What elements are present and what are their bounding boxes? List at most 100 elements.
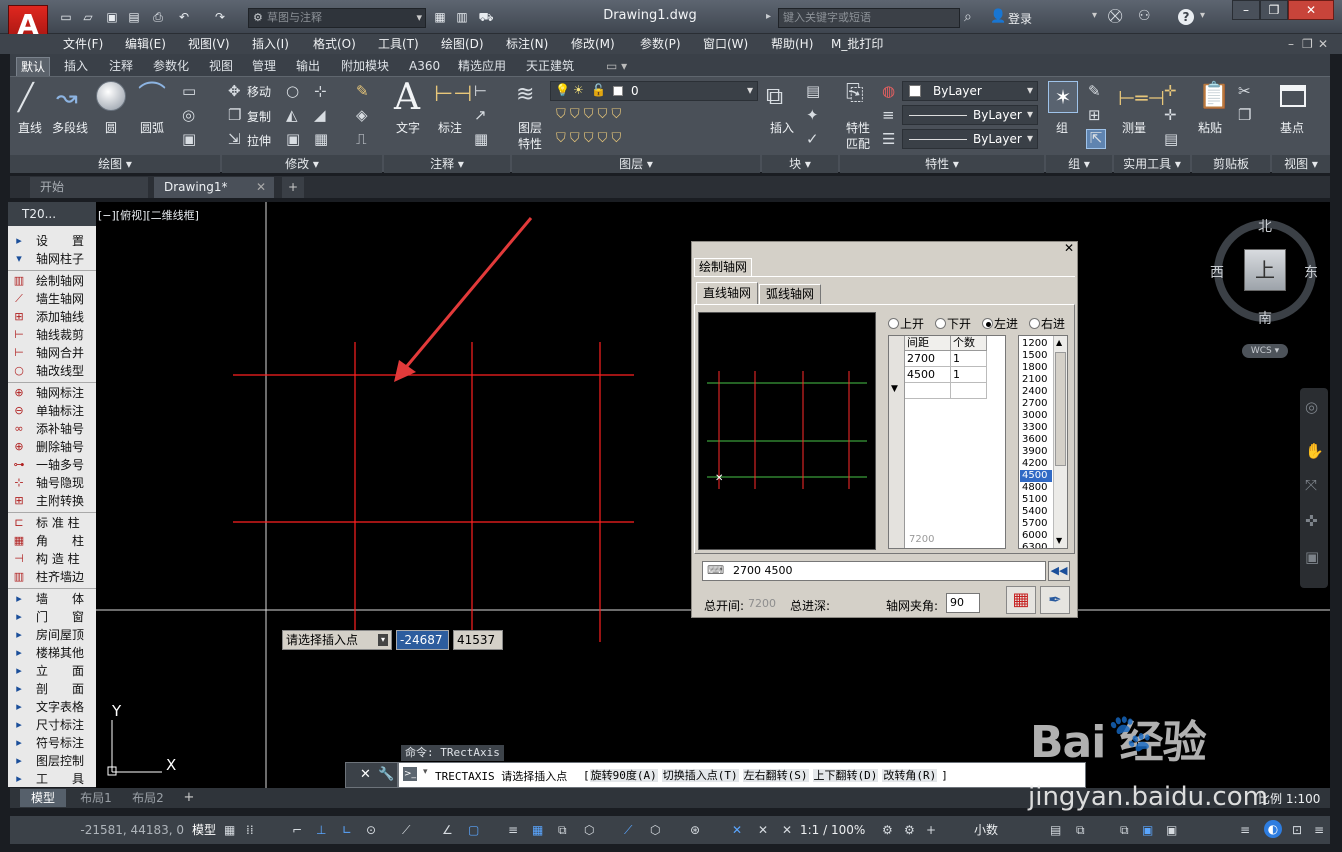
group-select-icon[interactable]: ⇱ bbox=[1086, 129, 1106, 149]
command-prompt-icon[interactable]: >_ bbox=[403, 767, 417, 781]
menu-window[interactable]: 窗口(W) bbox=[703, 35, 748, 53]
stretch-label[interactable]: 拉伸 bbox=[247, 132, 271, 149]
side-panel-item[interactable]: ▸ 设 置 bbox=[10, 232, 96, 250]
spacing-list[interactable]: 1200 1500 1800 2100 2400 2700 3000 3300 3600 3900… bbox=[1018, 335, 1068, 549]
exchange-icon[interactable]: ⚇ bbox=[1138, 8, 1151, 24]
otrack-icon[interactable]: ∠ bbox=[442, 821, 453, 839]
paste-icon[interactable]: 📋 bbox=[1198, 81, 1230, 111]
match-label2[interactable]: 匹配 bbox=[846, 135, 870, 152]
side-panel-item[interactable]: ▸ 墙 体 bbox=[10, 590, 96, 608]
close-button[interactable]: ✕ bbox=[1288, 0, 1334, 20]
pick-from-drawing-button[interactable]: ◀◀ bbox=[1048, 561, 1070, 581]
orbit-icon[interactable]: ✜ bbox=[1305, 512, 1318, 530]
compass-south[interactable]: 南 bbox=[1258, 308, 1272, 328]
grid-toggle-icon[interactable]: ▦ bbox=[224, 821, 235, 839]
base-label[interactable]: 基点 bbox=[1280, 119, 1304, 136]
leader-icon[interactable]: ↗ bbox=[474, 107, 487, 123]
workspace-switch-icon[interactable]: ⚙ bbox=[882, 821, 893, 839]
table-cell[interactable]: 4500 bbox=[905, 367, 951, 383]
move-label[interactable]: 移动 bbox=[247, 83, 271, 100]
spacing-list-item[interactable]: 3600 bbox=[1020, 434, 1052, 446]
draw-grid-button[interactable]: ▦ bbox=[1006, 586, 1036, 614]
menu-help[interactable]: 帮助(H) bbox=[771, 35, 813, 53]
side-panel-item[interactable]: ∞ 添补轴号 bbox=[10, 420, 96, 438]
side-panel-item[interactable]: ⊹ 轴号隐现 bbox=[10, 474, 96, 492]
menu-dimension[interactable]: 标注(N) bbox=[506, 35, 548, 53]
workspace-combo[interactable]: ⚙ 草图与注释 ▾ bbox=[248, 8, 426, 28]
close-icon[interactable]: ✕ bbox=[360, 767, 371, 782]
close-icon[interactable]: ✕ bbox=[1064, 241, 1074, 255]
compass-north[interactable]: 北 bbox=[1258, 216, 1272, 236]
new-file-icon[interactable]: ▭ bbox=[58, 10, 74, 25]
group-label[interactable]: 组 bbox=[1056, 119, 1068, 136]
spacing-list-item[interactable]: 4800 bbox=[1020, 482, 1052, 494]
coordinates-readout[interactable]: -21581, 44183, 0 bbox=[46, 821, 184, 839]
text-label[interactable]: 文字 bbox=[396, 119, 420, 136]
clipboard-panel-label[interactable]: 剪贴板 bbox=[1192, 155, 1270, 173]
layer-tools2-icons[interactable]: ⛉ ⛉ ⛉ ⛉ ⛉ bbox=[556, 131, 621, 147]
layer-icon[interactable]: ▦ bbox=[432, 10, 448, 25]
side-panel-item[interactable]: ⊣ 构 造 柱 bbox=[10, 550, 96, 568]
selection-cycling-icon[interactable]: ⧉ bbox=[558, 821, 567, 839]
tab-arc-grid[interactable]: 弧线轴网 bbox=[759, 284, 821, 304]
snap-toggle-icon[interactable]: ⁞⁞ bbox=[246, 821, 254, 839]
block-panel-label[interactable]: 块 ▾ bbox=[762, 155, 838, 173]
side-panel-item[interactable]: ▸ 门 窗 bbox=[10, 608, 96, 626]
command-option[interactable]: 左右翻转(S) bbox=[742, 769, 809, 782]
stretch-icon[interactable]: ⇲ bbox=[228, 131, 241, 147]
utilities-panel-label[interactable]: 实用工具 ▾ bbox=[1114, 155, 1190, 173]
hatch-icon[interactable]: ◎ bbox=[182, 107, 195, 123]
expand-icon[interactable]: ▸ bbox=[766, 11, 776, 22]
side-panel-item[interactable]: ▾ 轴网柱子 bbox=[10, 250, 96, 268]
menu-file[interactable]: 文件(F) bbox=[63, 35, 103, 53]
save-as-icon[interactable]: ▤ bbox=[126, 10, 142, 25]
side-panel-item[interactable]: ▥ 柱齐墙边 bbox=[10, 568, 96, 586]
match-properties-icon[interactable]: ⎘ bbox=[846, 81, 864, 107]
undo-icon[interactable]: ↶ bbox=[176, 10, 192, 25]
annotation-monitor-icon[interactable]: ⊛ bbox=[690, 821, 700, 839]
hardware-accel-icon[interactable]: ▣ bbox=[1142, 821, 1153, 839]
tab-addins[interactable]: 附加模块 bbox=[337, 57, 393, 76]
side-panel-item[interactable]: ⊏ 标 准 柱 bbox=[10, 514, 96, 532]
spacing-table[interactable]: 间距 个数 2700 1 4500 1 ▼ 7200 bbox=[888, 335, 1006, 549]
pan-hand-icon[interactable]: ✋ bbox=[1305, 442, 1324, 460]
scale-icon[interactable]: ▣ bbox=[286, 131, 300, 147]
spacing-list-item[interactable]: 3300 bbox=[1020, 422, 1052, 434]
ribbon-options-icon[interactable]: ▭ ▾ bbox=[602, 57, 631, 76]
menu-draw[interactable]: 绘图(D) bbox=[441, 35, 484, 53]
tab-layout2[interactable]: 布局2 bbox=[124, 789, 172, 807]
print-icon[interactable]: ⎙ bbox=[150, 10, 166, 25]
text-icon[interactable]: A bbox=[394, 79, 420, 117]
insert-label[interactable]: 插入 bbox=[770, 119, 794, 136]
restore-button[interactable]: ❐ bbox=[1260, 0, 1288, 20]
tab-straight-grid[interactable]: 直线轴网 bbox=[696, 282, 758, 304]
plot-icon[interactable]: ▥ bbox=[454, 10, 470, 25]
side-panel-item[interactable]: ▸ 立 面 bbox=[10, 662, 96, 680]
erase-icon[interactable]: ✎ bbox=[356, 83, 369, 99]
arc-icon[interactable]: ⌒ bbox=[138, 81, 166, 111]
color-wheel-icon[interactable]: ◍ bbox=[882, 83, 895, 99]
scroll-up-icon[interactable]: ▲ bbox=[1056, 338, 1062, 347]
copy-icon[interactable]: ❐ bbox=[228, 107, 241, 123]
linetype-icon[interactable]: ≡ bbox=[882, 107, 895, 123]
annotation-scale-icon[interactable]: ✕ bbox=[782, 821, 792, 839]
viewport-scale[interactable]: 1:1 / 100% bbox=[800, 821, 865, 839]
trim-icon[interactable]: ⊹ bbox=[314, 83, 327, 99]
isolate-objects-icon[interactable]: ⧉ bbox=[1120, 821, 1129, 839]
layer-properties-label2[interactable]: 特性 bbox=[518, 135, 542, 152]
side-panel-item[interactable]: ▸ 楼梯其他 bbox=[10, 644, 96, 662]
side-panel-item[interactable]: ⊕ 删除轴号 bbox=[10, 438, 96, 456]
side-panel-item[interactable]: ▸ 房间屋顶 bbox=[10, 626, 96, 644]
spacing-list-item[interactable]: 6300 bbox=[1020, 542, 1052, 548]
plus-icon[interactable]: + bbox=[926, 821, 936, 839]
annotation-panel-label[interactable]: 注释 ▾ bbox=[384, 155, 510, 173]
fillet-icon[interactable]: ◢ bbox=[314, 107, 326, 123]
scroll-thumb[interactable] bbox=[1055, 352, 1066, 466]
search-input[interactable]: 键入关键字或短语 bbox=[778, 8, 960, 28]
layer-combo[interactable]: 💡 ☀ 🔓 0 ▾ bbox=[550, 81, 758, 101]
spacing-list-item[interactable]: 5400 bbox=[1020, 506, 1052, 518]
clean-screen-icon[interactable]: ▣ bbox=[1166, 821, 1177, 839]
point-icon[interactable]: ✛ bbox=[1164, 107, 1177, 123]
settings-icon[interactable]: ⚙ bbox=[904, 821, 915, 839]
spacing-list-item[interactable]: 5100 bbox=[1020, 494, 1052, 506]
